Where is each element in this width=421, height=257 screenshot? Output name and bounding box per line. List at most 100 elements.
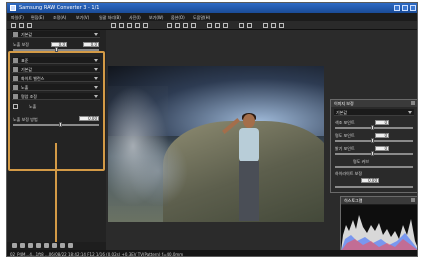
pants <box>239 161 259 221</box>
adjust-panel-header: 이미지 보정 <box>331 100 417 107</box>
adjust-label-1: 색조 포인트 <box>335 120 355 125</box>
undo-icon[interactable] <box>68 243 73 248</box>
adjust-thumb-3[interactable] <box>371 151 374 156</box>
batch-icon[interactable] <box>263 23 268 28</box>
slideshow-icon[interactable] <box>239 23 244 28</box>
adjust-input-5[interactable]: 0.00 <box>361 178 379 183</box>
chevron-down-icon <box>94 68 98 71</box>
row-default[interactable]: 기본값 <box>12 66 100 73</box>
histogram-icon[interactable] <box>12 243 17 248</box>
pen-icon[interactable] <box>13 104 18 109</box>
noise-slider-thumb[interactable] <box>59 122 62 127</box>
adjust-panel-title: 이미지 보정 <box>334 101 354 106</box>
close-icon[interactable] <box>411 101 415 105</box>
color-icon[interactable] <box>52 243 57 248</box>
exposure-slider-thumb[interactable] <box>55 47 58 52</box>
lens-icon[interactable] <box>44 243 49 248</box>
zoom-icon[interactable] <box>143 23 148 28</box>
crop-icon[interactable] <box>167 23 172 28</box>
histogram-panel-title: 히스토그램 <box>344 198 363 203</box>
row-exposure[interactable]: 노출 <box>12 84 100 91</box>
contrast-icon <box>13 94 18 99</box>
info-icon[interactable] <box>60 243 65 248</box>
chevron-down-icon <box>94 95 98 98</box>
adjust-label-3: 밝기 포인트 <box>335 146 355 151</box>
exposure-label: 노출 보정 <box>13 42 29 47</box>
adjust-slider-5[interactable] <box>335 186 413 188</box>
exposure-input-2[interactable]: 0.0 <box>83 42 99 47</box>
status-bar: 02_P4M...4...1ft8 ...06/08/22 18:42:14 F… <box>7 250 417 257</box>
sharpen-icon[interactable] <box>28 243 33 248</box>
row-contrast[interactable]: 명암 조정 <box>12 93 100 100</box>
noise-label: 노출 보정 방법 <box>13 117 38 122</box>
app-icon <box>10 5 16 11</box>
chevron-down-icon <box>94 59 98 62</box>
adjust-slider-4[interactable] <box>335 166 413 168</box>
brush-icon[interactable] <box>183 23 188 28</box>
adjust-input-2[interactable]: 0 <box>375 133 389 138</box>
adjust-label-5: 하이라이트 보정 <box>335 171 363 176</box>
curve-icon[interactable] <box>20 243 25 248</box>
app-window: Samsung RAW Converter 3 - 1/1 파일(F) 편집(E… <box>6 2 418 257</box>
row-standard[interactable]: 표준 <box>12 57 100 64</box>
preset-icon <box>13 32 18 37</box>
adjust-label-4: 명도 커브 <box>353 159 369 164</box>
open-icon[interactable] <box>11 23 16 28</box>
export-icon[interactable] <box>271 23 276 28</box>
adjust-preset-select[interactable]: 기본값 <box>334 109 414 116</box>
toolbar <box>7 21 417 30</box>
preset-row[interactable]: 기본값 <box>12 31 100 38</box>
maximize-button[interactable] <box>402 5 408 11</box>
adjust-label-2: 명도 포인트 <box>335 133 355 138</box>
motion-blur-wheel <box>128 136 188 206</box>
noise-icon[interactable] <box>36 243 41 248</box>
status-text: 02_P4M...4...1ft8 ...06/08/22 18:42:14 F… <box>10 252 184 257</box>
adjust-thumb-1[interactable] <box>371 125 374 130</box>
noise-input[interactable]: 0.00 <box>79 116 99 121</box>
callout-line <box>55 143 57 256</box>
preview-image[interactable] <box>108 66 324 222</box>
exposure-icon <box>13 85 18 90</box>
close-icon[interactable] <box>411 198 415 202</box>
noise-slider[interactable] <box>13 124 99 126</box>
adjust-thumb-2[interactable] <box>371 138 374 143</box>
close-button[interactable] <box>410 5 416 11</box>
menu-bar: 파일(F) 편집(E) 조정(A) 보기(V) 일괄 처리(B) 사진(I) 보… <box>7 13 417 21</box>
save-icon[interactable] <box>19 23 24 28</box>
white-balance-icon <box>13 76 18 81</box>
adjust-preset-label: 기본값 <box>336 110 348 115</box>
adjust-slider-3[interactable] <box>335 153 413 155</box>
option-label: 노출 <box>29 104 37 109</box>
rotate-left-icon[interactable] <box>111 23 116 28</box>
print-icon[interactable] <box>27 23 32 28</box>
adjust-slider-1[interactable] <box>335 127 413 129</box>
hand-icon[interactable] <box>135 23 140 28</box>
rotate-right-icon[interactable] <box>119 23 124 28</box>
adjust-input-1[interactable]: 0 <box>375 120 389 125</box>
person-figure <box>222 113 265 222</box>
histogram-chart <box>341 205 417 251</box>
preset-label: 기본값 <box>21 32 33 37</box>
row-default-label: 기본값 <box>21 67 33 72</box>
info-icon[interactable] <box>279 23 284 28</box>
row-standard-label: 표준 <box>21 58 29 63</box>
histogram-panel: 히스토그램 <box>340 196 417 251</box>
adjust-input-3[interactable]: 0 <box>375 146 389 151</box>
compare-icon[interactable] <box>127 23 132 28</box>
settings-icon[interactable] <box>247 23 252 28</box>
grid-icon[interactable] <box>207 23 212 28</box>
exposure-input[interactable]: 0.0 <box>51 42 67 47</box>
clone-icon[interactable] <box>191 23 196 28</box>
picture-style-icon <box>13 58 18 63</box>
row-contrast-label: 명암 조정 <box>21 94 37 99</box>
adjust-slider-2[interactable] <box>335 140 413 142</box>
chevron-down-icon <box>94 33 98 36</box>
eyedropper-icon[interactable] <box>175 23 180 28</box>
left-panel-icons <box>7 242 106 250</box>
chevron-down-icon <box>408 111 412 114</box>
full-icon[interactable] <box>223 23 228 28</box>
fit-icon[interactable] <box>215 23 220 28</box>
row-white-balance[interactable]: 화이트 밸런스 <box>12 75 100 82</box>
minimize-button[interactable] <box>394 5 400 11</box>
chevron-down-icon <box>94 86 98 89</box>
